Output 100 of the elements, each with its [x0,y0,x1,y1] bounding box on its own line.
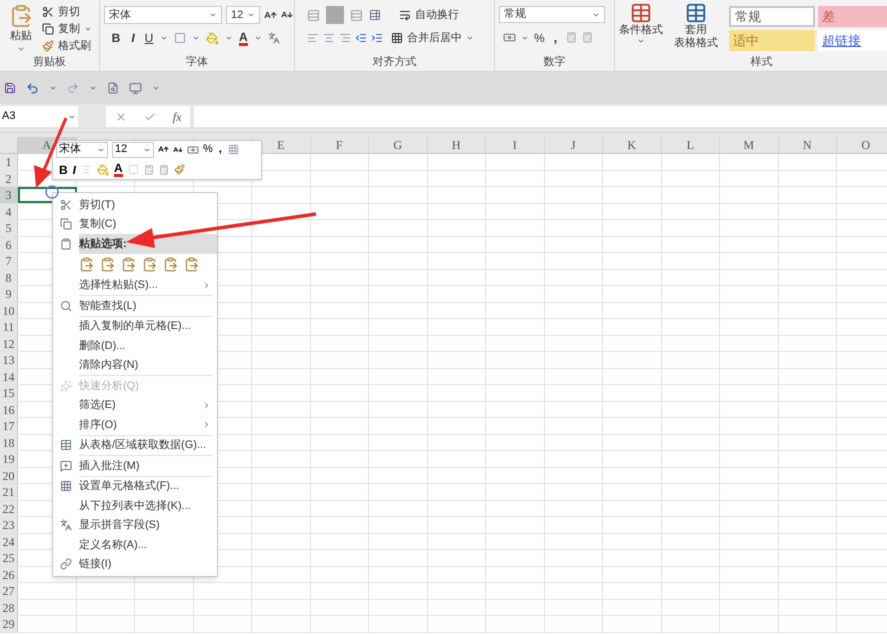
menu-item[interactable]: 智能查找(L) [53,296,217,316]
menu-item[interactable]: 删除(D)... [53,336,217,356]
row-header[interactable]: 8 [0,270,18,285]
row-header[interactable]: 2 [0,170,18,186]
bold-button[interactable]: B [59,160,68,179]
menu-item[interactable]: 排序(O) [53,415,217,434]
menu-item[interactable]: 筛选(E) [53,396,217,415]
format-as-table-button[interactable]: 套用 表格格式 [671,2,721,50]
menu-item[interactable]: 清除内容(N) [53,356,217,375]
bold-button[interactable]: B [110,29,122,47]
insert-function-button[interactable]: fx [172,108,182,126]
screen-icon[interactable] [129,82,142,94]
row-header[interactable]: 13 [0,352,18,368]
cut-button[interactable]: 剪切 [42,4,92,20]
row-header[interactable]: 7 [0,253,18,268]
copy-button[interactable]: 复制 [42,21,92,37]
paste-button[interactable]: 粘贴 [4,4,38,55]
paste-option-icon[interactable] [142,257,157,272]
row-header[interactable]: 12 [0,336,18,351]
font-name-field[interactable]: 宋体 [104,6,222,24]
conditional-format-button[interactable]: 条件格式 [619,2,663,45]
column-header[interactable]: J [570,137,576,154]
cell-style[interactable]: 超链接 [818,30,887,51]
undo-icon[interactable] [26,82,39,94]
menu-item[interactable]: 从表格/区域获取数据(G)... [53,436,217,455]
column-header[interactable]: M [743,137,754,154]
column-header[interactable]: L [686,137,694,154]
row-header[interactable]: 29 [0,616,18,632]
row-header[interactable]: 28 [0,600,18,615]
menu-item[interactable]: 剪切(T) [53,195,217,214]
row-header[interactable]: 22 [0,500,18,516]
align-left-icon [307,32,319,44]
wrap-text-button[interactable]: 自动换行 [399,6,459,24]
italic-button[interactable]: I [72,160,76,179]
merge-center-button[interactable]: 合并后居中 [391,30,474,46]
print-preview-icon[interactable] [107,82,119,94]
row-header[interactable]: 10 [0,302,18,318]
percent-button[interactable]: % [203,141,213,158]
percent-button[interactable]: % [534,28,545,47]
font-name-field[interactable]: 宋体 [56,142,108,158]
paste-option-icon[interactable] [79,257,94,272]
row-header[interactable]: 26 [0,566,18,582]
row-header[interactable]: 27 [0,583,18,598]
column-header[interactable]: I [512,137,517,154]
menu-item[interactable]: 插入批注(M) [53,456,217,476]
italic-button[interactable]: I [128,29,138,47]
column-header[interactable]: G [393,137,402,154]
redo-icon[interactable] [67,82,79,94]
row-header[interactable]: 3 [0,187,18,202]
font-size-field[interactable]: 12 [112,142,154,158]
row-header[interactable]: 17 [0,418,18,434]
cell-style[interactable]: 常规 [729,6,815,27]
row-header[interactable]: 15 [0,385,18,400]
cancel-icon[interactable] [114,110,127,122]
row-header[interactable]: 23 [0,517,18,532]
row-header[interactable]: 5 [0,220,18,236]
row-header[interactable]: 6 [0,236,18,252]
font-size-field[interactable]: 12 [226,6,260,24]
menu-item[interactable]: 链接(I) [53,554,217,574]
row-header[interactable]: 11 [0,319,18,334]
row-header[interactable]: 18 [0,434,18,450]
menu-item[interactable]: 选择性粘贴(S)... [53,276,217,295]
number-format-field[interactable]: 常规 [499,6,605,23]
paste-option-icon[interactable] [163,257,178,272]
row-header[interactable]: 14 [0,368,18,384]
row-header[interactable]: 19 [0,451,18,466]
comma-button[interactable]: , [550,28,562,48]
column-header[interactable]: E [277,137,284,154]
font-color-button[interactable]: A [114,162,123,177]
row-header[interactable]: 1 [0,154,18,170]
column-header[interactable]: H [452,137,461,154]
menu-item[interactable]: 定义名称(A)... [53,535,217,554]
column-header[interactable]: N [802,137,812,154]
paste-option-icon[interactable] [121,257,136,272]
enter-icon[interactable] [144,110,156,122]
column-header[interactable]: K [627,137,636,154]
row-header[interactable]: 20 [0,468,18,483]
comma-button[interactable]: , [216,141,224,158]
row-header[interactable]: 9 [0,286,18,302]
menu-item[interactable]: 设置单元格格式(F)... [53,476,217,496]
menu-item[interactable]: 从下拉列表中选择(K)... [53,496,217,516]
paste-option-icon[interactable] [100,257,115,272]
menu-item[interactable]: 显示拼音字段(S) [53,516,217,535]
row-header[interactable]: 24 [0,534,18,549]
formula-input[interactable] [194,106,887,127]
name-box[interactable]: A3 [0,106,78,127]
paste-option-icon[interactable] [184,257,199,272]
row-header[interactable]: 16 [0,402,18,417]
row-header[interactable]: 21 [0,484,18,500]
row-header[interactable]: 25 [0,550,18,566]
format-painter-button[interactable]: 格式刷 [42,38,92,54]
font-color-button[interactable]: A [239,30,248,46]
underline-button[interactable]: U [144,29,154,47]
save-icon[interactable] [4,82,16,94]
row-header[interactable]: 4 [0,204,18,219]
column-header[interactable]: A [42,137,52,154]
menu-item[interactable]: 复制(C) [53,214,217,234]
column-header[interactable]: F [336,137,343,154]
menu-item[interactable]: 插入复制的单元格(E)... [53,316,217,336]
column-header[interactable]: O [861,137,870,154]
